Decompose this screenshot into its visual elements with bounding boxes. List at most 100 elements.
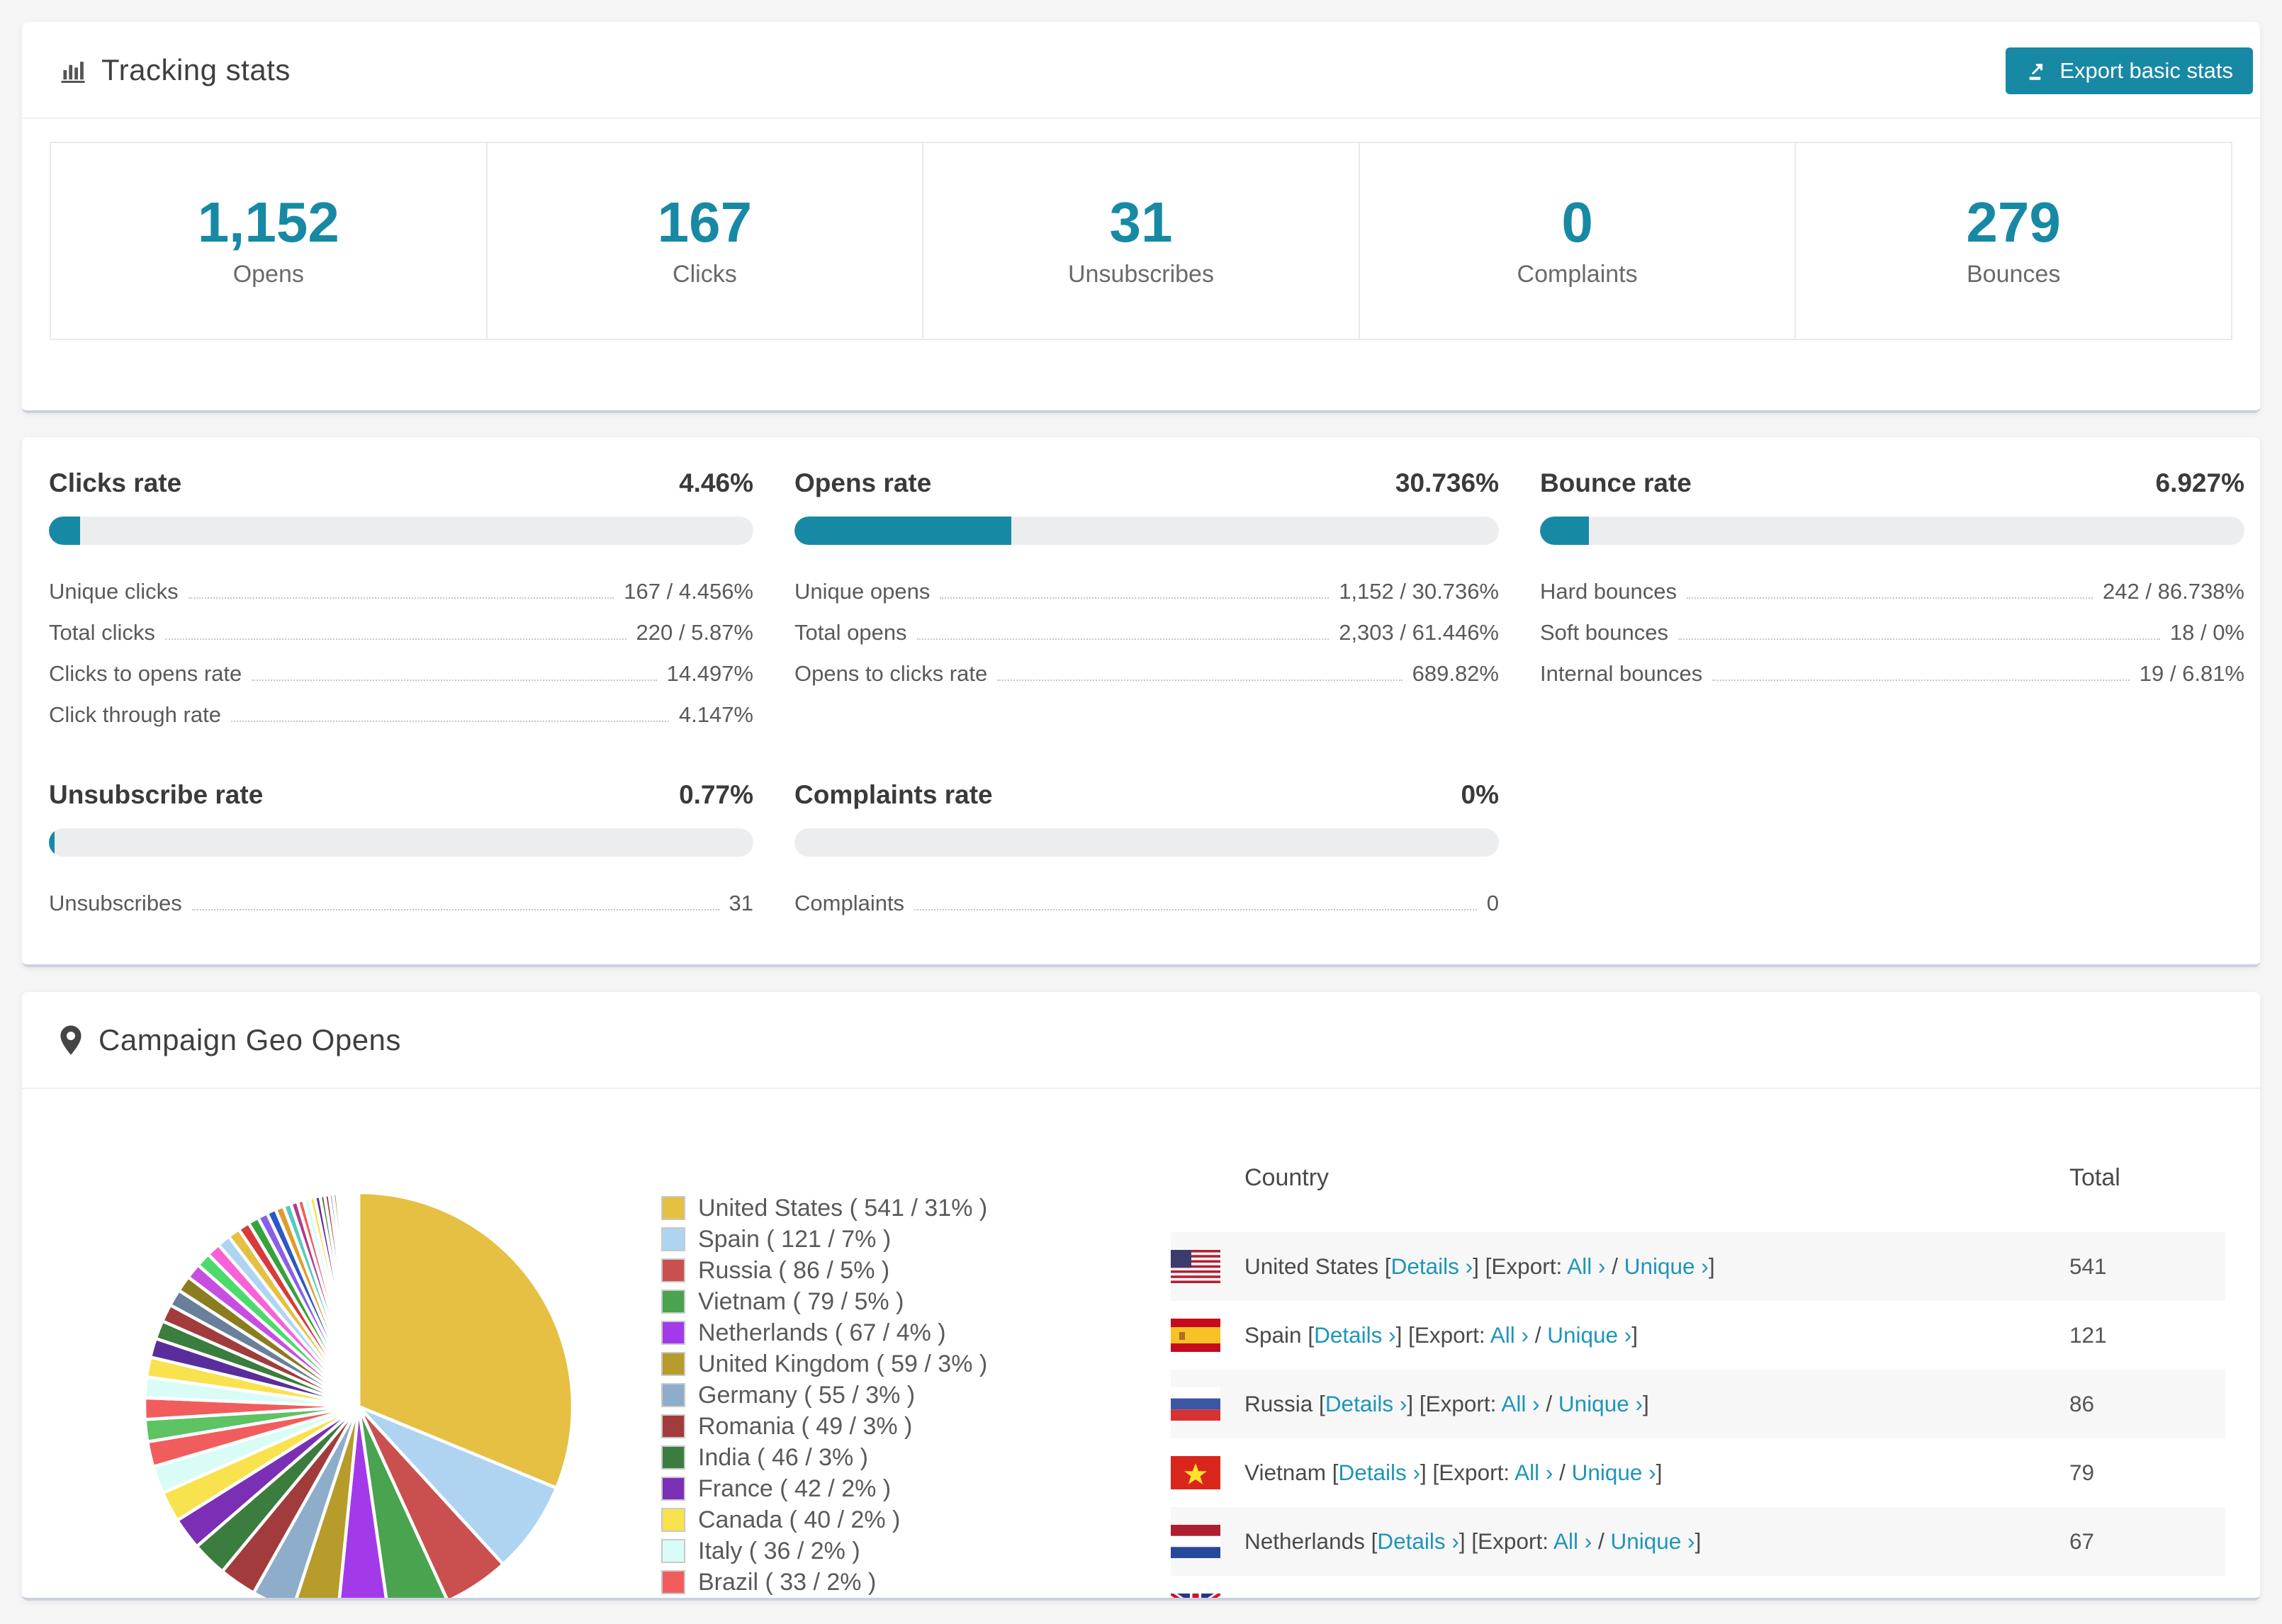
legend-item[interactable]: United States ( 541 / 31% ) — [661, 1192, 987, 1224]
legend-swatch — [661, 1321, 685, 1345]
legend-label: Canada ( 40 / 2% ) — [698, 1506, 901, 1533]
dotted-leader — [1712, 680, 2130, 681]
legend-item[interactable]: Romania ( 49 / 3% ) — [661, 1411, 987, 1442]
details-link[interactable]: Details › — [1325, 1391, 1407, 1416]
legend-item[interactable]: Brazil ( 33 / 2% ) — [661, 1567, 987, 1598]
export-unique-link[interactable]: Unique › — [1572, 1460, 1656, 1485]
page-title: Tracking stats — [101, 52, 291, 86]
legend-item[interactable]: United Kingdom ( 59 / 3% ) — [661, 1348, 987, 1380]
rate-progress-bar — [49, 517, 753, 545]
legend-swatch — [661, 1352, 685, 1376]
country-total: 67 — [2069, 1528, 2095, 1554]
rate-stat-row: Internal bounces 19 / 6.81% — [1540, 647, 2244, 688]
export-icon — [2030, 64, 2043, 80]
details-link[interactable]: Details › — [1391, 1253, 1473, 1279]
rate-stat-label: Unique opens — [794, 579, 931, 604]
export-unique-link[interactable]: Unique › — [1624, 1253, 1709, 1279]
rate-stat-value: 2,303 / 61.446% — [1339, 620, 1499, 645]
export-all-link[interactable]: All › — [1490, 1322, 1529, 1348]
export-all-link[interactable]: All › — [1501, 1391, 1539, 1416]
rate-progress-fill — [794, 517, 1011, 545]
country-cell: Russia [Details ›] [Export: All › / Uniq… — [1244, 1391, 1649, 1416]
rate-stat-row: Unique opens 1,152 / 30.736% — [794, 565, 1499, 606]
legend-item[interactable]: Netherlands ( 67 / 4% ) — [661, 1317, 987, 1348]
rate-stat-label: Soft bounces — [1540, 620, 1668, 645]
legend-label: France ( 42 / 2% ) — [698, 1474, 892, 1502]
country-name: Netherlands — [1244, 1528, 1371, 1554]
legend-item[interactable]: Germany ( 55 / 3% ) — [661, 1380, 987, 1411]
details-link[interactable]: Details › — [1339, 1460, 1421, 1485]
rate-stat-label: Complaints — [794, 891, 905, 915]
legend-item[interactable]: Italy ( 36 / 2% ) — [661, 1535, 987, 1567]
rate-title: Clicks rate — [49, 468, 182, 497]
export-all-link[interactable]: All › — [1514, 1460, 1553, 1485]
country-total: 79 — [2069, 1460, 2095, 1485]
legend-item[interactable]: South Africa ( 29 / 2% ) — [661, 1598, 987, 1601]
dotted-leader — [188, 597, 614, 599]
legend-item[interactable]: France ( 42 / 2% ) — [661, 1473, 987, 1504]
details-link[interactable]: Details › — [1314, 1322, 1396, 1348]
legend-item[interactable]: Canada ( 40 / 2% ) — [661, 1504, 987, 1535]
rate-progress-bar — [49, 828, 753, 857]
export-unique-link[interactable]: Unique › — [1649, 1597, 1733, 1598]
legend-item[interactable]: Russia ( 86 / 5% ) — [661, 1255, 987, 1286]
rate-value: 0% — [1461, 780, 1499, 809]
flag-vn-icon — [1171, 1456, 1220, 1489]
flag-us-icon — [1171, 1250, 1220, 1283]
export-all-link[interactable]: All › — [1567, 1253, 1605, 1279]
dotted-leader — [1677, 638, 2160, 640]
legend-item[interactable]: Spain ( 121 / 7% ) — [661, 1224, 987, 1255]
export-unique-link[interactable]: Unique › — [1558, 1391, 1643, 1416]
legend-label: United States ( 541 / 31% ) — [698, 1194, 988, 1222]
country-name: Russia — [1244, 1391, 1320, 1416]
flag-es-icon — [1171, 1319, 1220, 1352]
legend-label: India ( 46 / 3% ) — [698, 1443, 869, 1471]
rate-stat-value: 19 / 6.81% — [2139, 661, 2244, 686]
rate-progress-fill — [49, 517, 81, 545]
table-row: Vietnam [Details ›] [Export: All › / Uni… — [1171, 1438, 2225, 1507]
export-all-link[interactable]: All › — [1553, 1528, 1592, 1554]
legend-label: Vietnam ( 79 / 5% ) — [698, 1287, 904, 1315]
geo-country-table: Country Total United States [Details ›] … — [1171, 1133, 2225, 1598]
export-basic-stats-button[interactable]: Export basic stats — [2006, 47, 2253, 94]
map-pin-icon — [57, 1024, 84, 1056]
table-header: Country Total — [1171, 1133, 2225, 1232]
rate-stat-label: Unsubscribes — [49, 891, 182, 915]
geo-header: Campaign Geo Opens — [22, 992, 2260, 1089]
rate-title: Complaints rate — [794, 780, 993, 809]
legend-label: Netherlands ( 67 / 4% ) — [698, 1319, 946, 1346]
rate-stat-row: Total opens 2,303 / 61.446% — [794, 606, 1499, 647]
export-all-link[interactable]: All › — [1592, 1597, 1630, 1598]
legend-swatch — [661, 1227, 685, 1251]
country-cell: United States [Details ›] [Export: All ›… — [1244, 1253, 1715, 1279]
legend-item[interactable]: Vietnam ( 79 / 5% ) — [661, 1286, 987, 1317]
country-name: Spain — [1244, 1322, 1308, 1348]
rate-stat-row: Hard bounces 242 / 86.738% — [1540, 565, 2244, 606]
legend-label: Romania ( 49 / 3% ) — [698, 1412, 913, 1440]
export-unique-link[interactable]: Unique › — [1610, 1528, 1694, 1554]
rate-title: Unsubscribe rate — [49, 780, 264, 809]
rate-stat-value: 14.497% — [666, 661, 753, 686]
legend-label: Italy ( 36 / 2% ) — [698, 1537, 860, 1564]
rate-progress-fill — [1540, 517, 1589, 545]
legend-label: United Kingdom ( 59 / 3% ) — [698, 1350, 988, 1377]
rate-stat-row: Total clicks 220 / 5.87% — [49, 606, 753, 647]
legend-label: Brazil ( 33 / 2% ) — [698, 1568, 877, 1596]
rate-stat-label: Click through rate — [49, 702, 221, 727]
legend-item[interactable]: India ( 46 / 3% ) — [661, 1442, 987, 1473]
rate-stat-value: 689.82% — [1412, 661, 1499, 686]
legend-swatch — [661, 1508, 685, 1532]
rate-stat-label: Internal bounces — [1540, 661, 1703, 686]
rate-block: Bounce rate 6.927% Hard bounces 242 / 86… — [1540, 468, 2244, 729]
rate-stat-row: Unique clicks 167 / 4.456% — [49, 565, 753, 606]
total-column-header: Total — [2069, 1164, 2120, 1191]
rate-stat-row: Unsubscribes 31 — [49, 876, 753, 918]
summary-stats-box: 1,152 Opens 167 Clicks 31 Unsubscribes 0… — [50, 142, 2232, 340]
legend-label: Russia ( 86 / 5% ) — [698, 1256, 890, 1284]
details-link[interactable]: Details › — [1416, 1597, 1498, 1598]
details-link[interactable]: Details › — [1377, 1528, 1459, 1554]
stat-label: Unsubscribes — [1067, 260, 1214, 288]
legend-label: Germany ( 55 / 3% ) — [698, 1381, 916, 1409]
export-unique-link[interactable]: Unique › — [1547, 1322, 1631, 1348]
rate-stat-value: 4.147% — [678, 702, 753, 727]
